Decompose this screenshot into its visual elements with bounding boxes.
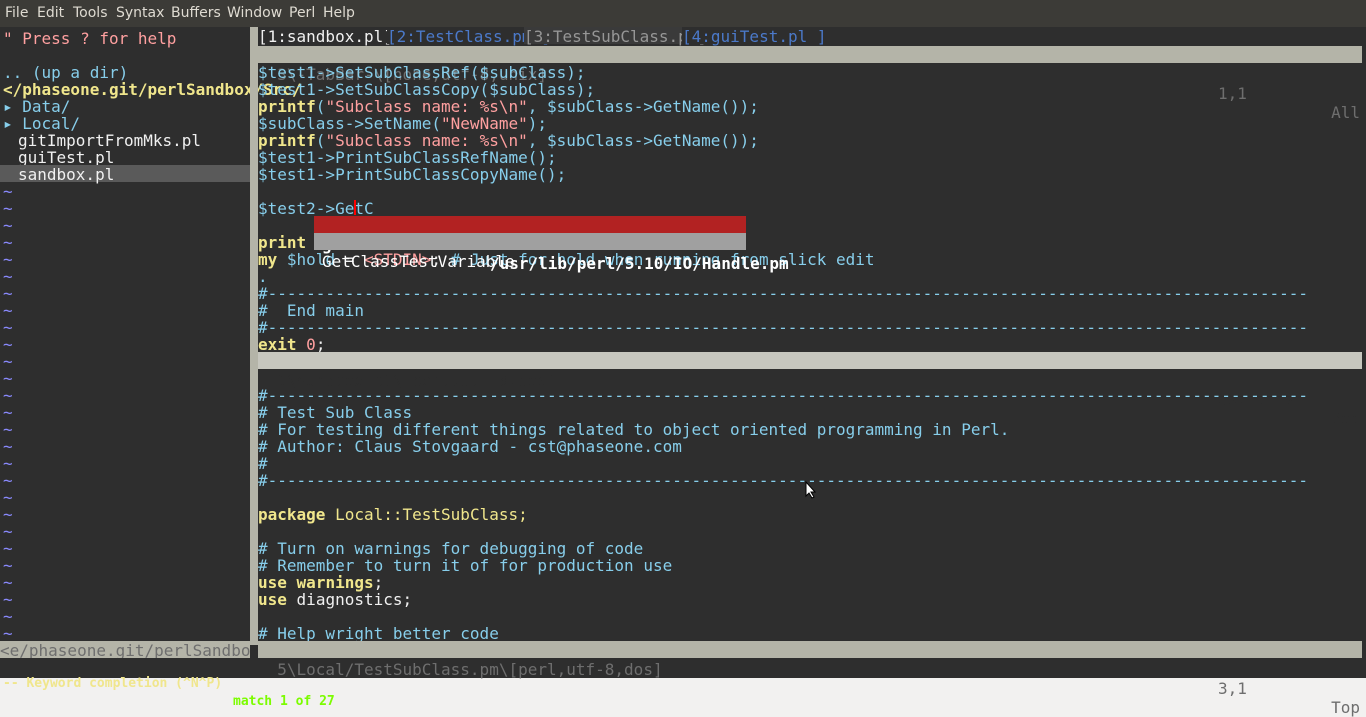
tilde-marker: ~ xyxy=(3,335,13,354)
tab-bar: [1:sandbox.pl]*+ [2:TestClass.pm ] [3:Te… xyxy=(258,27,1366,46)
menu-window[interactable]: Window xyxy=(227,5,282,21)
code-line: $test1->SetSubClassRef($subClass); xyxy=(258,63,586,82)
tilde-marker: ~ xyxy=(3,437,13,456)
code-line: # For testing different things related t… xyxy=(258,420,1010,439)
tabbar-status-line: 3\-TabBar-\[none,utf-8,unix] 1,1 All xyxy=(258,46,1362,122)
code-line: use diagnostics; xyxy=(258,590,413,609)
command-line: -- Keyword completion (^N^P) match 1 of … xyxy=(0,657,1366,709)
code-line: . xyxy=(258,267,268,286)
completion-source: /usr/lib/perl/5.10/IO/Handle.pm xyxy=(490,254,789,273)
menu-buffers[interactable]: Buffers xyxy=(171,5,221,21)
tilde-marker: ~ xyxy=(3,284,13,303)
code-line: # Help wright better code xyxy=(258,624,499,643)
explorer-up-dir[interactable]: .. (up a dir) xyxy=(3,63,128,82)
code-line: #---------------------------------------… xyxy=(258,318,1308,337)
status-line-top: 1\sandbox.pl\[perl,utf-8,dos] 69,13-12 B… xyxy=(258,352,1362,428)
explorer-help: " Press ? for help xyxy=(3,29,177,48)
tilde-marker: ~ xyxy=(3,420,13,439)
tilde-marker: ~ xyxy=(3,318,13,337)
code-line: printf("Subclass name: %s\n", $subClass-… xyxy=(258,97,759,116)
status-scroll: Bot xyxy=(1331,409,1360,428)
tilde-marker: ~ xyxy=(3,267,13,286)
code-line: # Test Sub Class xyxy=(258,403,413,422)
code-line: $test1->PrintSubClassCopyName(); xyxy=(258,165,567,184)
tilde-marker: ~ xyxy=(3,488,13,507)
code-line: printf("Subclass name: %s\n", $subClass-… xyxy=(258,131,759,150)
completion-match: match 1 of 27 xyxy=(233,694,335,709)
code-line: # Turn on warnings for debugging of code xyxy=(258,539,644,558)
tilde-marker: ~ xyxy=(3,301,13,320)
code-line: # End main xyxy=(258,301,364,320)
explorer-item-data[interactable]: ▸ Data/ xyxy=(3,97,70,116)
code-line: $test1->PrintSubClassRefName(); xyxy=(258,148,557,167)
explorer-item-guitest[interactable]: guiTest.pl xyxy=(18,148,114,167)
completion-word: GetClassTestVariable xyxy=(322,252,515,271)
tabbar-status-pos: 1,1 xyxy=(1218,84,1247,103)
code-line: exit 0; xyxy=(258,335,326,354)
tilde-marker: ~ xyxy=(3,250,13,269)
code-line: # Author: Claus Stovgaard - cst@phaseone… xyxy=(258,437,682,456)
tilde-marker: ~ xyxy=(3,369,13,388)
status-line-bottom: 5\Local/TestSubClass.pm\[perl,utf-8,dos]… xyxy=(258,641,1362,717)
explorer-item-gitimport[interactable]: gitImportFromMks.pl xyxy=(18,131,201,150)
code-line-current: $test2->GetC xyxy=(258,199,374,218)
explorer-status-line: <e/phaseone.git/perlSandbox/Src xyxy=(0,641,250,658)
menu-file[interactable]: File xyxy=(5,5,28,21)
completion-item-selected[interactable]: getc /usr/lib/perl/5.10/IO/Handle.pm xyxy=(314,216,789,273)
mouse-pointer-icon xyxy=(805,481,817,499)
tilde-marker: ~ xyxy=(3,199,13,218)
tilde-marker: ~ xyxy=(3,607,13,626)
tilde-marker: ~ xyxy=(3,386,13,405)
menu-syntax[interactable]: Syntax xyxy=(116,5,164,21)
status-position: 3,1 xyxy=(1218,679,1247,698)
code-line: $subClass->SetName("NewName"); xyxy=(258,114,547,133)
vertical-split[interactable] xyxy=(250,27,258,645)
code-line: # Remember to turn it of for production … xyxy=(258,556,673,575)
tilde-marker: ~ xyxy=(3,216,13,235)
menu-tools[interactable]: Tools xyxy=(73,5,108,21)
code-line: use warnings; xyxy=(258,573,384,592)
code-line: #---------------------------------------… xyxy=(258,284,1308,303)
explorer-item-sandbox[interactable]: sandbox.pl xyxy=(0,165,250,184)
status-scroll: Top xyxy=(1331,698,1360,717)
menu-perl[interactable]: Perl xyxy=(289,5,315,21)
tilde-marker: ~ xyxy=(3,471,13,490)
tilde-marker: ~ xyxy=(3,556,13,575)
tilde-marker: ~ xyxy=(3,454,13,473)
tilde-marker: ~ xyxy=(3,624,13,643)
tilde-marker: ~ xyxy=(3,522,13,541)
completion-item[interactable]: GetClassTestVariable xyxy=(314,233,746,271)
menu-edit[interactable]: Edit xyxy=(37,5,64,21)
code-line: $test1->SetSubClassCopy($subClass); xyxy=(258,80,596,99)
tilde-marker: ~ xyxy=(3,539,13,558)
text-cursor xyxy=(354,200,356,215)
tilde-marker: ~ xyxy=(3,573,13,592)
tilde-marker: ~ xyxy=(3,590,13,609)
tilde-marker: ~ xyxy=(3,352,13,371)
tilde-marker: ~ xyxy=(3,182,13,201)
tabbar-status-scroll: All xyxy=(1331,103,1360,122)
code-line: #---------------------------------------… xyxy=(258,386,1308,405)
code-line: #---------------------------------------… xyxy=(258,471,1308,490)
tilde-marker: ~ xyxy=(3,505,13,524)
menu-bar: File Edit Tools Syntax Buffers Window Pe… xyxy=(0,0,1366,27)
tab-guitest[interactable]: [4:guiTest.pl ] xyxy=(682,27,827,46)
tilde-marker: ~ xyxy=(3,403,13,422)
code-line: # xyxy=(258,454,268,473)
tilde-marker: ~ xyxy=(3,233,13,252)
explorer-item-local[interactable]: ▸ Local/ xyxy=(3,114,80,133)
code-line: package Local::TestSubClass; xyxy=(258,505,528,524)
menu-help[interactable]: Help xyxy=(323,5,355,21)
completion-mode: -- Keyword completion (^N^P) xyxy=(3,676,223,691)
